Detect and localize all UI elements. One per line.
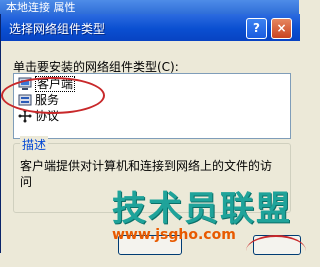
list-item-label: 客户端 <box>35 76 76 92</box>
close-button[interactable]: × <box>271 18 292 39</box>
list-item-label: 服务 <box>35 93 60 107</box>
service-icon <box>18 94 32 106</box>
list-item-client[interactable]: 客户端 <box>17 76 76 92</box>
client-icon <box>18 77 32 90</box>
list-item-label: 协议 <box>35 109 60 123</box>
watermark: 技术员联盟 www.jsgho.com <box>112 181 299 253</box>
component-type-list[interactable]: 客户端 服务 协议 <box>13 73 291 139</box>
dialog-title: 选择网络组件类型 <box>9 22 106 36</box>
watermark-brand: 技术员联盟 <box>112 189 292 229</box>
watermark-url: www.jsgho.com <box>112 227 236 243</box>
protocol-icon <box>18 109 32 123</box>
help-button[interactable]: ? <box>246 18 267 39</box>
background-window-title: 本地连接 属性 <box>6 1 76 14</box>
list-item-service[interactable]: 服务 <box>17 92 59 108</box>
background-window-titlebar: 本地连接 属性 <box>0 0 299 14</box>
list-item-protocol[interactable]: 协议 <box>17 108 59 124</box>
description-legend: 描述 <box>20 136 49 153</box>
dialog-titlebar[interactable]: 选择网络组件类型 ? × <box>1 14 300 41</box>
